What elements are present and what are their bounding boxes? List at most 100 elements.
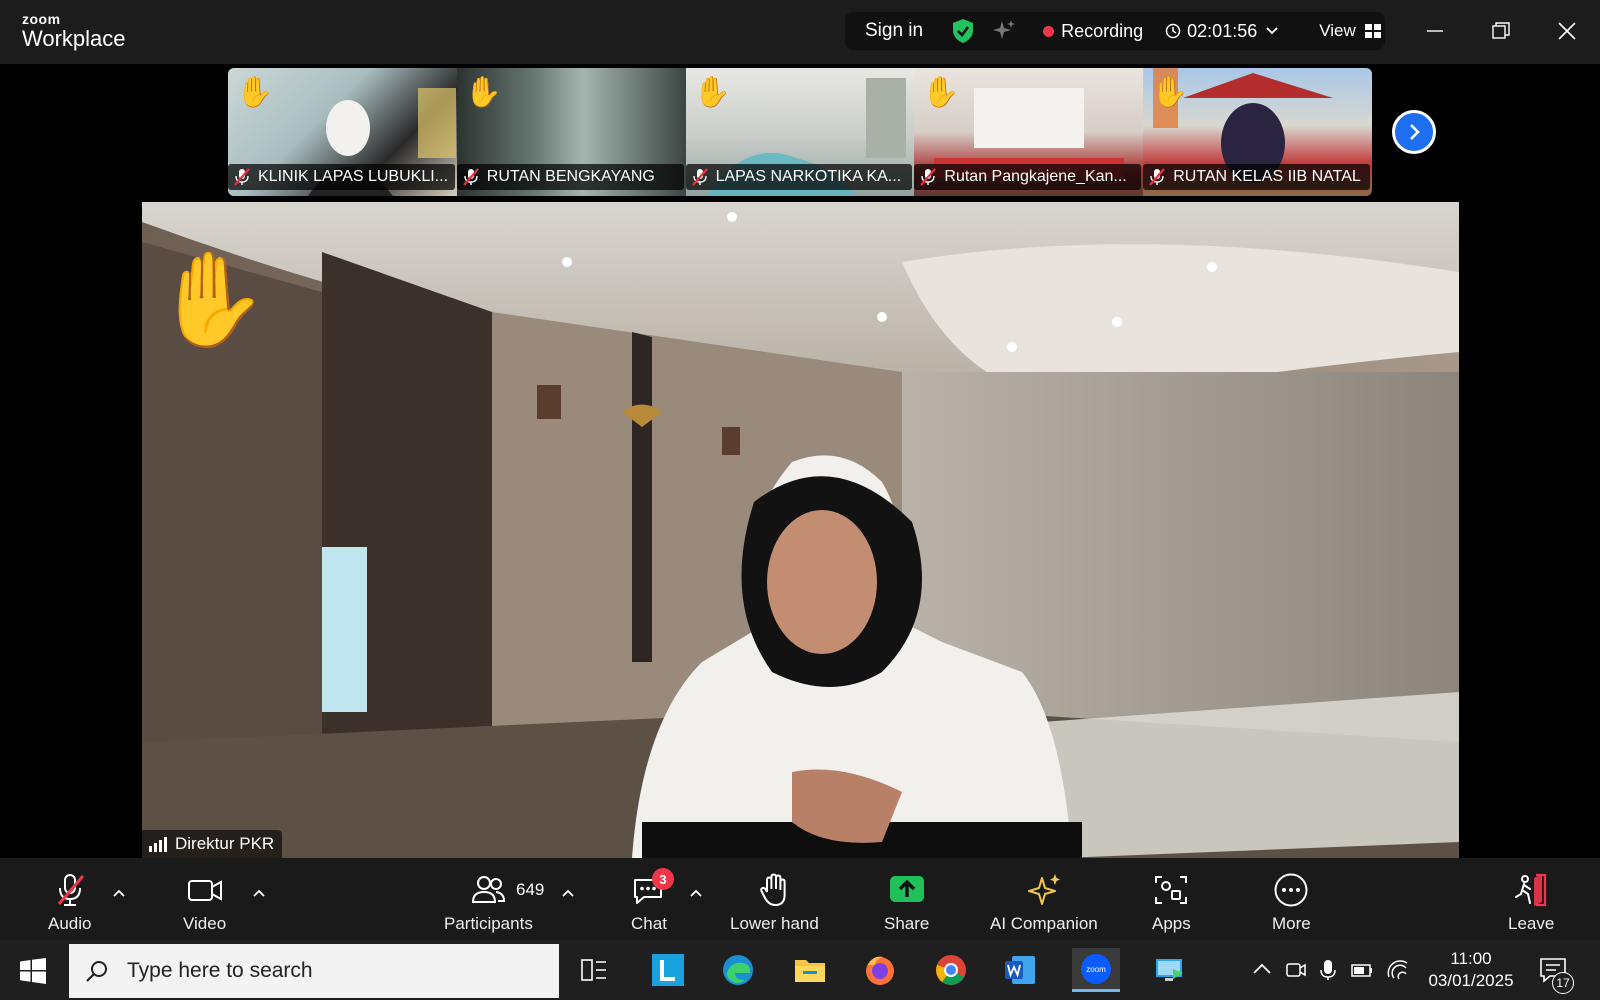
meeting-info-bar: Sign in Recording 02:01:56 View: [845, 12, 1385, 50]
recording-label[interactable]: Recording: [1061, 21, 1143, 42]
apps-button[interactable]: Apps: [1152, 872, 1191, 934]
taskbar-l-app[interactable]: [644, 948, 692, 992]
share-button[interactable]: Share: [884, 872, 929, 934]
participant-thumbnail[interactable]: ✋ RUTAN BENGKAYANG: [456, 68, 686, 196]
chevron-right-icon: [1410, 124, 1420, 140]
lower-hand-label: Lower hand: [730, 914, 819, 933]
participant-name: LAPAS NARKOTIKA KA...: [715, 168, 902, 185]
video-button[interactable]: Video: [183, 872, 226, 934]
microphone-tray-icon[interactable]: [1316, 958, 1340, 982]
search-icon: [86, 961, 107, 982]
raised-hand-icon: ✋: [693, 76, 731, 109]
windows-start-icon[interactable]: [20, 958, 46, 984]
minimize-icon: [1427, 30, 1443, 32]
video-label: Video: [183, 914, 227, 933]
speaker-name-tag: Direktur PKR: [142, 830, 283, 858]
zoom-logo: zoom Workplace: [22, 12, 126, 50]
ai-sparkle-icon[interactable]: [991, 18, 1017, 44]
lower-hand-button[interactable]: Lower hand: [730, 872, 819, 934]
zoom-app-icon: zoom: [1081, 953, 1111, 984]
logo-brand-small: zoom: [22, 11, 61, 27]
raised-hand-icon: ✋: [464, 76, 503, 109]
chat-button[interactable]: 3 Chat: [630, 868, 674, 934]
next-page-button[interactable]: [1392, 110, 1436, 154]
meeting-timer[interactable]: 02:01:56: [1187, 21, 1257, 42]
audio-options-caret-icon[interactable]: [112, 888, 126, 898]
mic-muted-icon: [462, 168, 479, 186]
hand-icon: [760, 873, 787, 906]
participant-thumbnail[interactable]: ✋ KLINIK LAPAS LUBUKLI...: [228, 68, 457, 196]
ai-companion-label: AI Companion: [990, 914, 1098, 933]
signal-bars-icon: [149, 837, 167, 852]
meet-now-icon[interactable]: [1284, 958, 1308, 982]
l-app-icon: [652, 954, 684, 986]
share-screen-icon: [889, 876, 924, 902]
chrome-icon: [936, 955, 966, 985]
apps-icon: [1155, 876, 1188, 904]
minimize-button[interactable]: [1418, 14, 1452, 48]
remote-desktop-icon: [1156, 959, 1183, 981]
svg-text:zoom: zoom: [1086, 965, 1106, 974]
participant-name-tag: Rutan Pangkajene_Kan...: [914, 164, 1142, 190]
raised-hand-icon: ✋: [154, 249, 269, 351]
participant-thumbnail-strip: ✋ KLINIK LAPAS LUBUKLI... ✋ RUTAN BENGKA…: [228, 68, 1372, 196]
participant-name: RUTAN KELAS IIB NATAL: [1173, 168, 1361, 185]
close-button[interactable]: [1550, 14, 1584, 48]
chat-unread-badge: 3: [652, 868, 674, 890]
leave-button[interactable]: Leave: [1508, 872, 1554, 934]
mic-muted-icon: [691, 168, 708, 186]
tray-chevron-up-icon[interactable]: [1250, 958, 1274, 982]
speaker-video-frame: [142, 202, 1459, 858]
video-camera-icon: [187, 880, 222, 901]
notification-count-badge: 17: [1552, 972, 1574, 994]
taskbar-zoom[interactable]: zoom: [1072, 948, 1120, 992]
taskbar-firefox[interactable]: [856, 948, 904, 992]
taskbar-time: 11:00: [1450, 949, 1492, 968]
word-icon: [1005, 956, 1035, 984]
taskbar-word[interactable]: [996, 948, 1044, 992]
taskbar-edge[interactable]: [714, 948, 762, 992]
taskbar-remote-desktop[interactable]: [1146, 948, 1194, 992]
participant-name: KLINIK LAPAS LUBUKLI...: [258, 168, 449, 185]
participant-thumbnail[interactable]: ✋ LAPAS NARKOTIKA KA...: [685, 68, 915, 196]
participant-thumbnail[interactable]: ✋ RUTAN KELAS IIB NATAL: [1143, 68, 1372, 196]
restore-button[interactable]: [1484, 14, 1518, 48]
clock-icon: [1165, 23, 1181, 39]
participant-name-tag: RUTAN BENGKAYANG: [456, 164, 684, 190]
more-dots-icon: [1274, 873, 1308, 907]
participant-name-tag: KLINIK LAPAS LUBUKLI...: [228, 164, 455, 190]
shield-check-icon[interactable]: [951, 18, 975, 44]
chat-label: Chat: [631, 914, 667, 933]
video-options-caret-icon[interactable]: [252, 888, 266, 898]
participants-options-caret-icon[interactable]: [561, 888, 575, 898]
taskbar-chrome[interactable]: [927, 948, 975, 992]
participant-name-tag: RUTAN KELAS IIB NATAL: [1143, 164, 1370, 190]
ai-companion-button[interactable]: AI Companion: [990, 872, 1098, 934]
firefox-icon: [866, 956, 894, 985]
participant-name: RUTAN BENGKAYANG: [486, 168, 655, 185]
taskbar-search-box[interactable]: Type here to search: [69, 944, 559, 998]
sign-in-button[interactable]: Sign in: [865, 20, 923, 42]
edge-browser-icon: [723, 955, 753, 985]
more-button[interactable]: More: [1272, 872, 1311, 934]
folder-icon: [795, 960, 825, 982]
meeting-toolbar: Audio Video Participants 649 3 Chat Lowe…: [0, 858, 1600, 940]
chevron-down-icon[interactable]: [1265, 24, 1279, 38]
active-speaker-video[interactable]: ✋ Direktur PKR: [142, 202, 1459, 858]
participants-icon: [472, 876, 506, 903]
mic-muted-icon: [1149, 168, 1166, 186]
close-icon: [1558, 22, 1576, 40]
taskbar-clock[interactable]: 11:00 03/01/2025: [1426, 948, 1516, 992]
task-view-button[interactable]: [570, 948, 618, 992]
raised-hand-icon: ✋: [236, 76, 274, 109]
grid-view-icon[interactable]: [1364, 23, 1382, 39]
view-button[interactable]: View: [1319, 21, 1356, 41]
battery-icon[interactable]: [1350, 958, 1374, 982]
chat-options-caret-icon[interactable]: [689, 888, 703, 898]
taskbar-file-explorer[interactable]: [786, 948, 834, 992]
wifi-icon[interactable]: [1386, 958, 1410, 982]
raised-hand-icon: ✋: [1151, 76, 1189, 109]
recording-dot-icon: [1043, 25, 1055, 37]
audio-button[interactable]: Audio: [48, 872, 91, 934]
participant-thumbnail[interactable]: ✋ Rutan Pangkajene_Kan...: [914, 68, 1144, 196]
